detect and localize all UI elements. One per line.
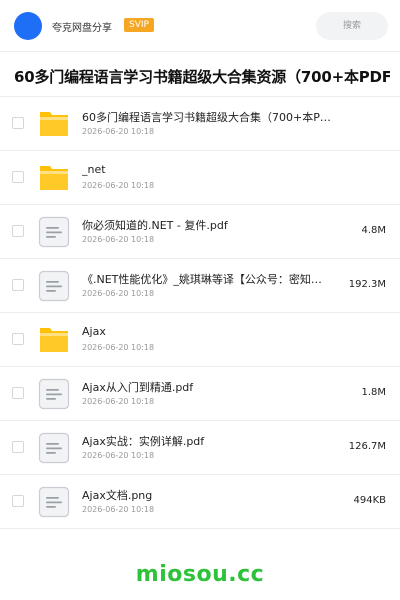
file-name: Ajax文档.png [82,489,153,502]
brand-name: 夸克网盘分享 [52,23,112,34]
item-checkbox[interactable] [12,279,24,291]
file-size: 494KB [353,495,386,506]
document-icon [38,378,70,410]
item-checkbox[interactable] [12,117,24,129]
item-checkbox[interactable] [12,225,24,237]
svip-badge: SVIP [124,18,154,32]
watermark: miosou.cc [135,562,265,587]
file-date: 2026-06-20 10:18 [82,397,155,406]
file-name: Ajax实战：实例详解.pdf [82,435,205,448]
file-name: Ajax从入门到精通.pdf [82,381,194,394]
list-item[interactable]: 60多门编程语言学习书籍超级大合集（700+本PD… 2026-06-20 10… [0,97,400,151]
file-date: 2026-06-20 10:18 [82,505,155,514]
file-date: 2026-06-20 10:18 [82,289,155,298]
search-input[interactable]: 搜索 [316,12,388,40]
list-item[interactable]: Ajax从入门到精通.pdf 2026-06-20 10:18 1.8M [0,367,400,421]
list-item[interactable]: 你必须知道的.NET - 复件.pdf 2026-06-20 10:18 4.8… [0,205,400,259]
avatar[interactable] [14,12,42,40]
file-date: 2026-06-20 10:18 [82,451,155,460]
file-size: 192.3M [348,279,386,290]
file-name: _net [82,163,106,176]
document-icon [38,270,70,302]
list-item[interactable]: _net 2026-06-20 10:18 [0,151,400,205]
list-item[interactable]: Ajax 2026-06-20 10:18 [0,313,400,367]
item-checkbox[interactable] [12,387,24,399]
list-item[interactable]: Ajax实战：实例详解.pdf 2026-06-20 10:18 126.7M [0,421,400,475]
file-name: 60多门编程语言学习书籍超级大合集（700+本PD… [82,111,332,124]
file-name: 《.NET性能优化》_姚琪琳等译【公众号：密知圈】… [82,273,332,286]
share-page: 夸克网盘分享 SVIP 搜索 60多门编程语言学习书籍超级大合集资源（700+本… [0,0,400,600]
list-item[interactable]: 《.NET性能优化》_姚琪琳等译【公众号：密知圈】… 2026-06-20 10… [0,259,400,313]
document-icon [38,216,70,248]
folder-icon [40,166,68,190]
file-list: 60多门编程语言学习书籍超级大合集（700+本PD… 2026-06-20 10… [0,96,400,529]
file-date: 2026-06-20 10:18 [82,235,155,244]
file-size: 1.8M [361,387,386,398]
folder-icon [40,328,68,352]
file-size: 4.8M [361,225,386,236]
file-date: 2026-06-20 10:18 [82,343,155,352]
header: 夸克网盘分享 SVIP 搜索 [0,0,400,52]
document-icon [38,486,70,518]
item-checkbox[interactable] [12,333,24,345]
item-checkbox[interactable] [12,171,24,183]
file-size: 126.7M [348,441,386,452]
list-item[interactable]: Ajax文档.png 2026-06-20 10:18 494KB [0,475,400,529]
folder-icon [40,112,68,136]
page-title: 60多门编程语言学习书籍超级大合集资源（700+本PDF） [14,68,390,86]
file-date: 2026-06-20 10:18 [82,181,155,190]
file-name: Ajax [82,325,106,338]
file-name: 你必须知道的.NET - 复件.pdf [82,219,228,232]
document-icon [38,432,70,464]
item-checkbox[interactable] [12,495,24,507]
item-checkbox[interactable] [12,441,24,453]
file-date: 2026-06-20 10:18 [82,127,155,136]
